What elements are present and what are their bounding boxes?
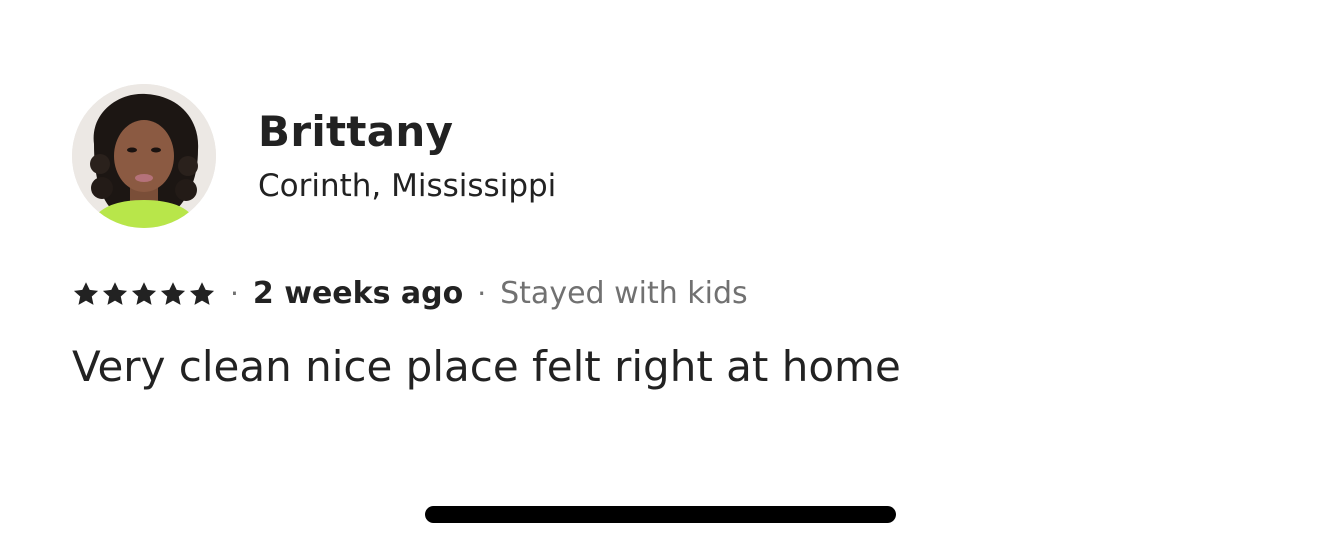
avatar-photo [72, 84, 216, 228]
review-meta: · 2 weeks ago · Stayed with kids [72, 274, 1248, 314]
star-icon [189, 282, 215, 305]
review-header: Brittany Corinth, Mississippi [72, 84, 1248, 228]
avatar[interactable] [72, 84, 216, 228]
review-card: Brittany Corinth, Mississippi · 2 weeks … [72, 84, 1248, 394]
star-rating [72, 280, 216, 308]
reviewer-location: Corinth, Mississippi [258, 168, 557, 204]
separator-dot: · [230, 277, 239, 310]
stay-type: Stayed with kids [500, 276, 748, 311]
reviewer-name[interactable]: Brittany [258, 106, 556, 158]
reviewer-info: Brittany Corinth, Mississippi [258, 106, 556, 206]
star-icon [160, 282, 186, 305]
review-text: Very clean nice place felt right at home [72, 342, 901, 391]
review-date: 2 weeks ago [252, 276, 464, 311]
star-icon [131, 282, 157, 305]
separator-dot: · [477, 277, 487, 310]
star-icon [102, 282, 128, 305]
star-icon [73, 282, 99, 305]
home-indicator[interactable] [425, 506, 896, 523]
